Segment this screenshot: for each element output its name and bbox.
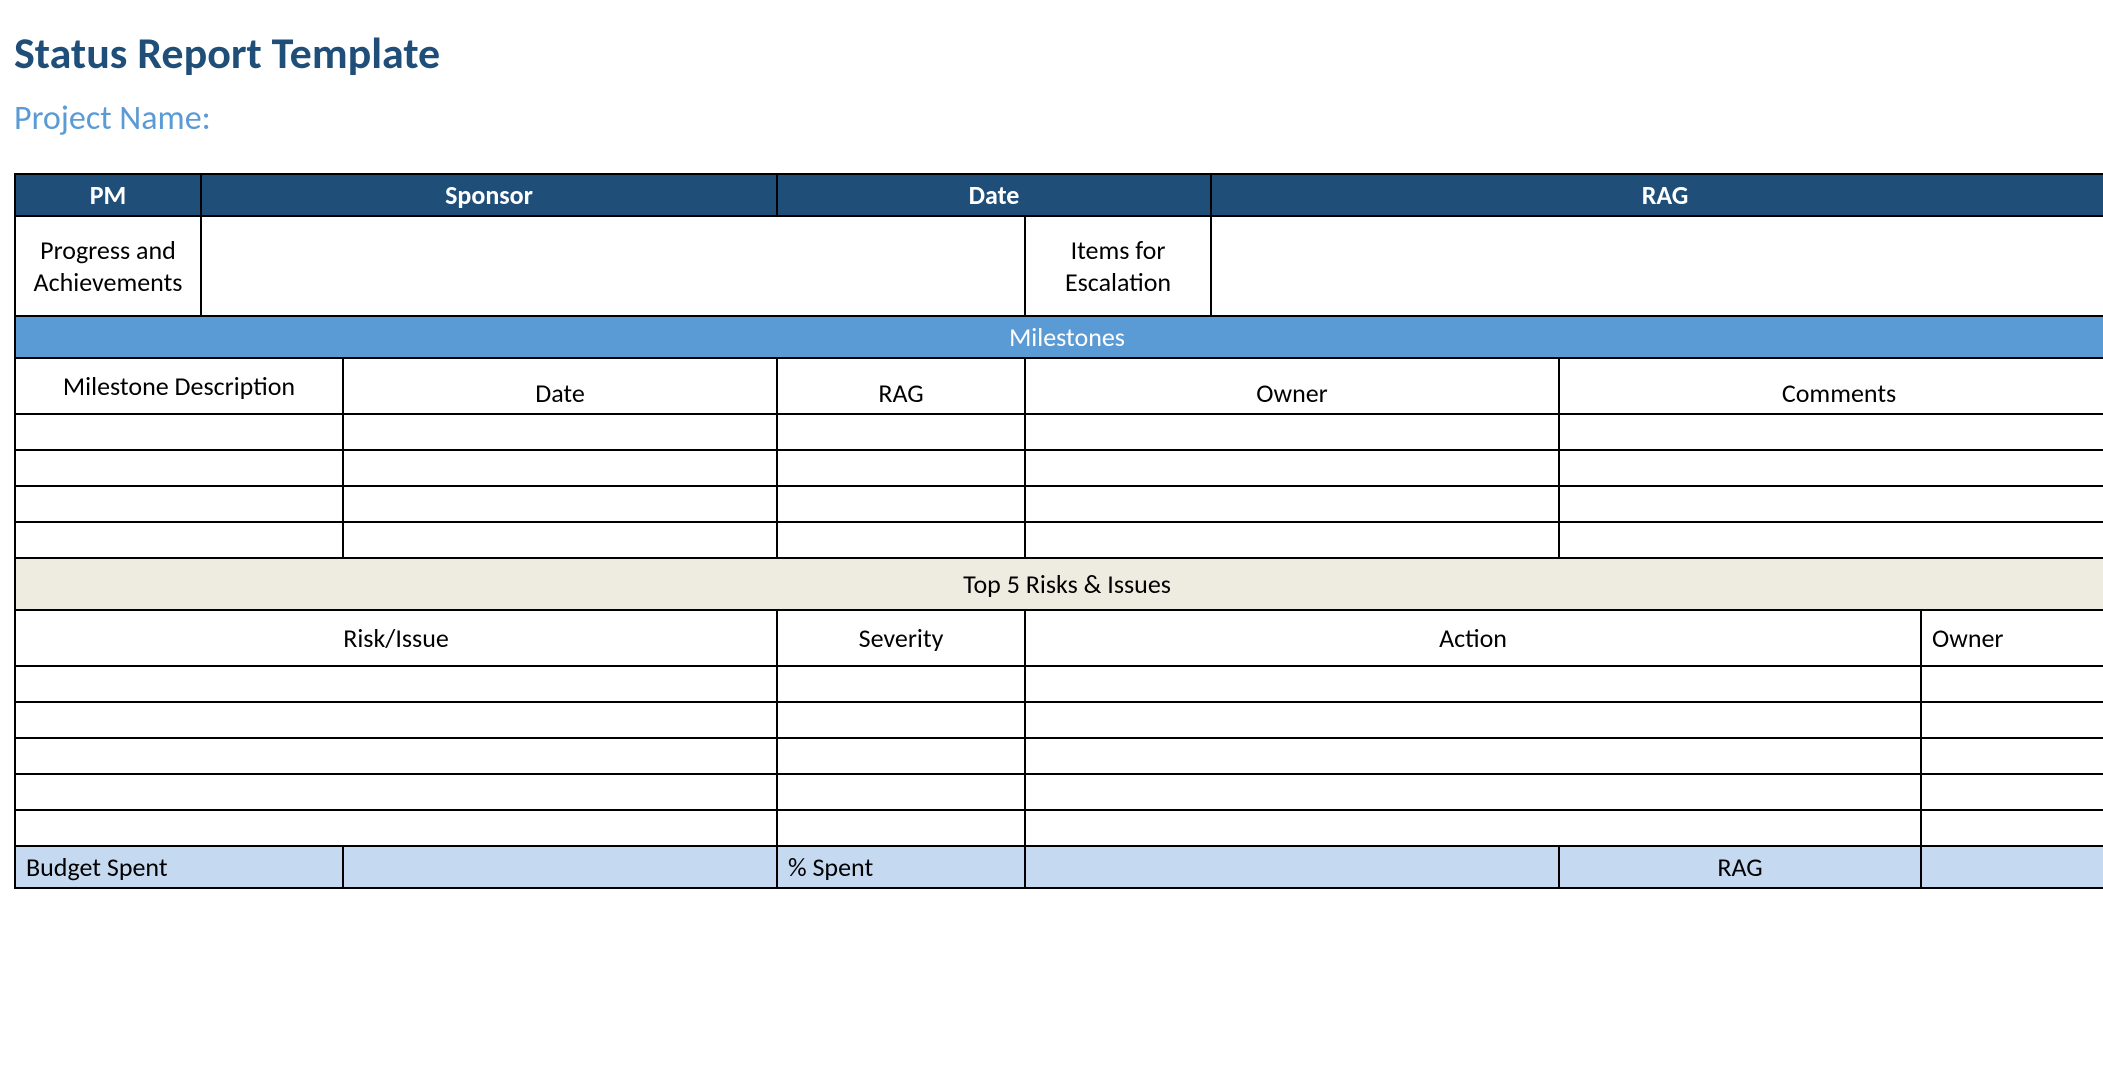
- risk-row: [15, 774, 2103, 810]
- status-report-template: Status Report Template Project Name: PM …: [0, 0, 2103, 929]
- mile-col-owner: Owner: [1025, 358, 1559, 414]
- mile-desc-cell[interactable]: [15, 486, 343, 522]
- milestone-row: [15, 522, 2103, 558]
- mile-owner-cell[interactable]: [1025, 414, 1559, 450]
- mile-comments-cell[interactable]: [1559, 522, 2103, 558]
- risk-row: [15, 702, 2103, 738]
- budget-row: Budget Spent % Spent RAG: [15, 846, 2103, 888]
- budget-spent-label: Budget Spent: [15, 846, 343, 888]
- mile-owner-cell[interactable]: [1025, 522, 1559, 558]
- hdr-date: Date: [777, 174, 1211, 216]
- mile-date-cell[interactable]: [343, 522, 777, 558]
- meta-header-row: PM Sponsor Date RAG: [15, 174, 2103, 216]
- risk-owner-cell[interactable]: [1921, 774, 2103, 810]
- risk-severity-cell[interactable]: [777, 738, 1025, 774]
- risk-owner-cell[interactable]: [1921, 738, 2103, 774]
- progress-cell[interactable]: [201, 216, 1025, 316]
- risks-header-row: Risk/Issue Severity Action Owner: [15, 610, 2103, 666]
- budget-rag-label: RAG: [1559, 846, 1921, 888]
- hdr-pm: PM: [15, 174, 201, 216]
- risk-issue-cell[interactable]: [15, 666, 777, 702]
- mile-desc-cell[interactable]: [15, 450, 343, 486]
- risk-issue-cell[interactable]: [15, 702, 777, 738]
- mile-date-cell[interactable]: [343, 450, 777, 486]
- escalation-cell[interactable]: [1211, 216, 2103, 316]
- project-name-label: Project Name:: [14, 98, 2089, 139]
- risk-action-cell[interactable]: [1025, 738, 1921, 774]
- risks-bar: Top 5 Risks & Issues: [15, 558, 2103, 610]
- mile-col-desc: Milestone Description: [15, 358, 343, 414]
- risk-col-issue: Risk/Issue: [15, 610, 777, 666]
- milestones-header-row: Milestone Description Date RAG Owner Com…: [15, 358, 2103, 414]
- mile-desc-cell[interactable]: [15, 414, 343, 450]
- risk-col-severity: Severity: [777, 610, 1025, 666]
- mile-desc-cell[interactable]: [15, 522, 343, 558]
- risk-issue-cell[interactable]: [15, 774, 777, 810]
- mile-col-rag: RAG: [777, 358, 1025, 414]
- risk-severity-cell[interactable]: [777, 702, 1025, 738]
- budget-pct-cell[interactable]: [1025, 846, 1559, 888]
- mile-comments-cell[interactable]: [1559, 414, 2103, 450]
- risk-row: [15, 810, 2103, 846]
- mile-date-cell[interactable]: [343, 486, 777, 522]
- mile-rag-cell[interactable]: [777, 522, 1025, 558]
- mile-rag-cell[interactable]: [777, 414, 1025, 450]
- mile-comments-cell[interactable]: [1559, 450, 2103, 486]
- risk-owner-cell[interactable]: [1921, 702, 2103, 738]
- mile-comments-cell[interactable]: [1559, 486, 2103, 522]
- milestone-row: [15, 450, 2103, 486]
- mile-rag-cell[interactable]: [777, 486, 1025, 522]
- risks-bar-row: Top 5 Risks & Issues: [15, 558, 2103, 610]
- budget-rag-cell[interactable]: [1921, 846, 2103, 888]
- risk-severity-cell[interactable]: [777, 810, 1025, 846]
- mile-col-comments: Comments: [1559, 358, 2103, 414]
- milestones-bar: Milestones: [15, 316, 2103, 358]
- risk-owner-cell[interactable]: [1921, 666, 2103, 702]
- risk-action-cell[interactable]: [1025, 702, 1921, 738]
- risk-issue-cell[interactable]: [15, 738, 777, 774]
- progress-escalation-row: Progress and Achievements Items for Esca…: [15, 216, 2103, 316]
- risk-col-action: Action: [1025, 610, 1921, 666]
- milestone-row: [15, 486, 2103, 522]
- hdr-sponsor: Sponsor: [201, 174, 777, 216]
- risk-action-cell[interactable]: [1025, 774, 1921, 810]
- risk-owner-cell[interactable]: [1921, 810, 2103, 846]
- risk-severity-cell[interactable]: [777, 774, 1025, 810]
- budget-spent-cell[interactable]: [343, 846, 777, 888]
- milestone-row: [15, 414, 2103, 450]
- escalation-label: Items for Escalation: [1025, 216, 1211, 316]
- milestones-bar-row: Milestones: [15, 316, 2103, 358]
- page-title: Status Report Template: [14, 26, 2089, 80]
- status-table: PM Sponsor Date RAG Progress and Achieve…: [14, 173, 2103, 889]
- risk-action-cell[interactable]: [1025, 666, 1921, 702]
- hdr-rag: RAG: [1211, 174, 2103, 216]
- risk-row: [15, 666, 2103, 702]
- budget-pct-label: % Spent: [777, 846, 1025, 888]
- risk-issue-cell[interactable]: [15, 810, 777, 846]
- mile-col-date: Date: [343, 358, 777, 414]
- risk-row: [15, 738, 2103, 774]
- mile-owner-cell[interactable]: [1025, 486, 1559, 522]
- risk-action-cell[interactable]: [1025, 810, 1921, 846]
- mile-rag-cell[interactable]: [777, 450, 1025, 486]
- risk-severity-cell[interactable]: [777, 666, 1025, 702]
- mile-owner-cell[interactable]: [1025, 450, 1559, 486]
- risk-col-owner: Owner: [1921, 610, 2103, 666]
- progress-label: Progress and Achievements: [15, 216, 201, 316]
- mile-date-cell[interactable]: [343, 414, 777, 450]
